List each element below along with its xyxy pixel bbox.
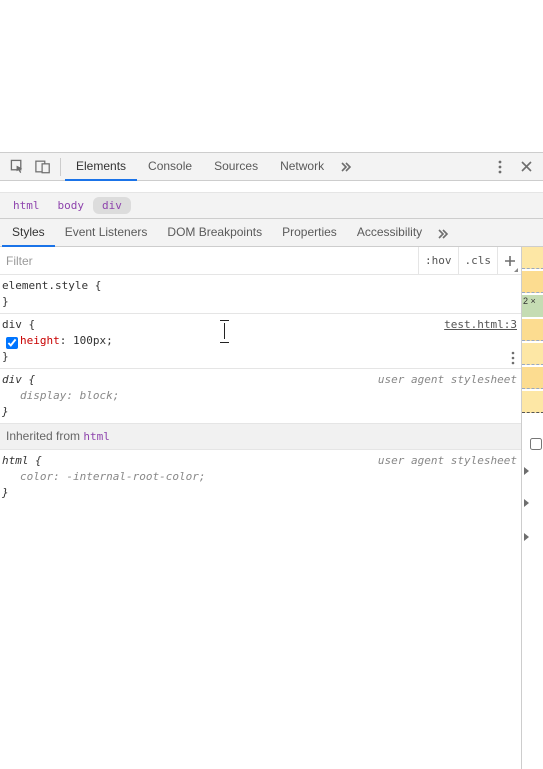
brace-open: { bbox=[29, 373, 36, 386]
selector: html bbox=[2, 454, 29, 467]
rule-html-ua[interactable]: user agent stylesheet html { color: -int… bbox=[0, 450, 521, 504]
property-line: display: block; bbox=[2, 388, 519, 404]
inherited-separator: Inherited from html bbox=[0, 424, 521, 450]
property-value[interactable]: 100px bbox=[73, 334, 106, 347]
property-name[interactable]: height bbox=[20, 334, 60, 347]
chevron-right-icon bbox=[524, 499, 529, 507]
computed-tree-item[interactable] bbox=[524, 533, 529, 541]
source-link[interactable]: test.html:3 bbox=[444, 317, 517, 333]
tab-styles[interactable]: Styles bbox=[2, 219, 55, 247]
tab-accessibility[interactable]: Accessibility bbox=[347, 219, 432, 247]
property-toggle-checkbox[interactable] bbox=[6, 337, 18, 349]
inspect-icon[interactable] bbox=[4, 154, 30, 180]
hov-toggle[interactable]: :hov bbox=[418, 247, 458, 275]
user-agent-label: user agent stylesheet bbox=[378, 372, 517, 388]
rule-element-style[interactable]: element.style { } bbox=[0, 275, 521, 314]
styles-split: :hov .cls element.style { } bbox=[0, 247, 543, 769]
tab-network[interactable]: Network bbox=[269, 153, 335, 181]
box-model-content[interactable]: 2 × bbox=[522, 295, 543, 317]
box-model-swatch[interactable] bbox=[522, 391, 543, 413]
tab-elements[interactable]: Elements bbox=[65, 153, 137, 181]
show-all-checkbox[interactable] bbox=[530, 438, 542, 450]
property-value: block bbox=[80, 389, 113, 402]
tab-event-listeners[interactable]: Event Listeners bbox=[55, 219, 158, 247]
more-side-tabs-icon[interactable] bbox=[432, 220, 454, 246]
filter-bar: :hov .cls bbox=[0, 247, 521, 275]
close-icon[interactable] bbox=[513, 154, 539, 180]
box-model-swatch[interactable] bbox=[522, 271, 543, 293]
tab-properties[interactable]: Properties bbox=[272, 219, 347, 247]
devtools-panel: Elements Console Sources Network html bo… bbox=[0, 152, 543, 769]
brace-close: } bbox=[2, 295, 9, 308]
computed-tree-item[interactable] bbox=[524, 499, 529, 507]
property-line[interactable]: height: 100px; bbox=[2, 333, 519, 349]
tab-dom-breakpoints[interactable]: DOM Breakpoints bbox=[157, 219, 272, 247]
page-viewport bbox=[0, 0, 543, 152]
chevron-right-icon bbox=[524, 467, 529, 475]
property-line: color: -internal-root-color; bbox=[2, 469, 519, 485]
new-style-rule-button[interactable] bbox=[497, 247, 521, 275]
rule-div-ua[interactable]: user agent stylesheet div { display: blo… bbox=[0, 369, 521, 424]
rule-div-height[interactable]: test.html:3 div { height: 100px; } bbox=[0, 314, 521, 369]
brace-close: } bbox=[2, 486, 9, 499]
chevron-right-icon bbox=[524, 533, 529, 541]
inherited-tag[interactable]: html bbox=[83, 430, 110, 443]
box-model-swatch[interactable] bbox=[522, 247, 543, 269]
property-name: color bbox=[20, 470, 53, 483]
tab-sources[interactable]: Sources bbox=[203, 153, 269, 181]
computed-tree-item[interactable] bbox=[524, 467, 529, 475]
kebab-menu-icon[interactable] bbox=[487, 154, 513, 180]
device-toggle-icon[interactable] bbox=[30, 154, 56, 180]
selector: div bbox=[2, 318, 22, 331]
dom-tree[interactable] bbox=[0, 181, 543, 193]
main-tabs: Elements Console Sources Network bbox=[65, 153, 357, 181]
styles-body: element.style { } test.html:3 div { heig… bbox=[0, 275, 521, 769]
crumb-div[interactable]: div bbox=[93, 197, 131, 214]
more-tabs-icon[interactable] bbox=[335, 153, 357, 179]
breadcrumb: html body div bbox=[0, 193, 543, 219]
selector: element.style bbox=[2, 279, 88, 292]
selector: div bbox=[2, 373, 22, 386]
crumb-html[interactable]: html bbox=[4, 197, 49, 214]
property-value: -internal-root-color bbox=[66, 470, 198, 483]
tab-console[interactable]: Console bbox=[137, 153, 203, 181]
computed-sidebar: 2 × bbox=[521, 247, 543, 769]
cls-toggle[interactable]: .cls bbox=[458, 247, 498, 275]
crumb-body[interactable]: body bbox=[49, 197, 94, 214]
dimension-fragment: 2 × bbox=[523, 296, 536, 306]
devtools-toolbar: Elements Console Sources Network bbox=[0, 153, 543, 181]
brace-open: { bbox=[95, 279, 102, 292]
filter-input[interactable] bbox=[0, 248, 418, 274]
styles-column: :hov .cls element.style { } bbox=[0, 247, 521, 769]
inherited-label: Inherited from bbox=[6, 429, 80, 443]
brace-close: } bbox=[2, 350, 9, 363]
brace-close: } bbox=[2, 405, 9, 418]
user-agent-label: user agent stylesheet bbox=[378, 453, 517, 469]
brace-open: { bbox=[29, 318, 36, 331]
box-model-swatch[interactable] bbox=[522, 319, 543, 341]
property-name: display bbox=[20, 389, 66, 402]
box-model-swatch[interactable] bbox=[522, 367, 543, 389]
toolbar-separator bbox=[60, 158, 61, 176]
side-tabs: Styles Event Listeners DOM Breakpoints P… bbox=[0, 219, 543, 247]
box-model-swatch[interactable] bbox=[522, 343, 543, 365]
brace-open: { bbox=[35, 454, 42, 467]
